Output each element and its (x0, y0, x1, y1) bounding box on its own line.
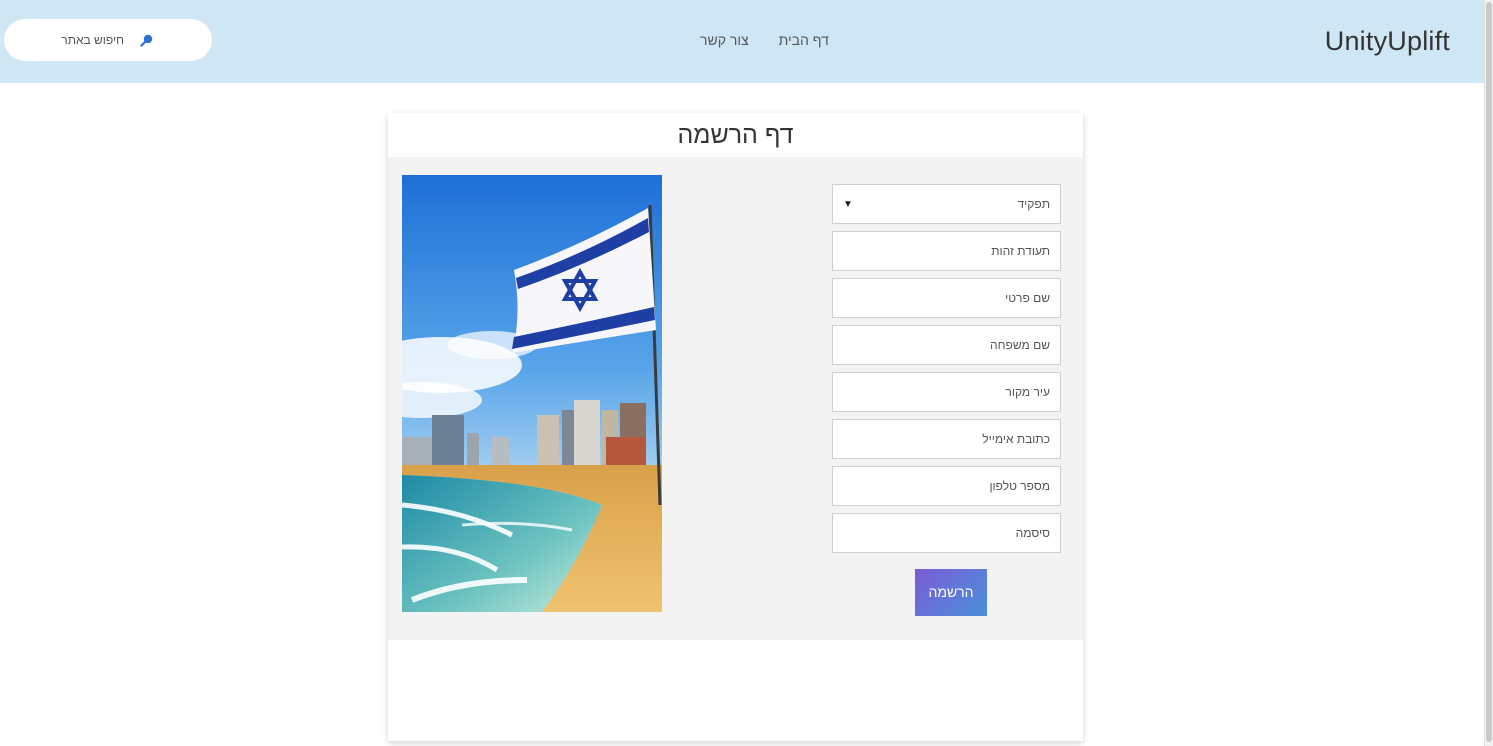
email-input[interactable] (843, 420, 1050, 458)
registration-body: תפקיד ▼ הרשמה (388, 157, 1083, 640)
brand-logo-text[interactable]: UnityUplift (1325, 26, 1450, 57)
registration-card: דף הרשמה תפקיד ▼ תעודת זהות שם פרטי שם מ… (388, 113, 1083, 741)
password-field[interactable] (832, 513, 1061, 553)
id-number-field[interactable] (832, 231, 1061, 271)
id-number-input[interactable] (843, 232, 1050, 270)
phone-input[interactable] (843, 467, 1050, 505)
hometown-input[interactable] (843, 373, 1050, 411)
role-select-value: תפקיד (1017, 197, 1050, 211)
first-name-field[interactable] (832, 278, 1061, 318)
last-name-input[interactable] (843, 326, 1050, 364)
israel-flag-beach-image (402, 175, 662, 612)
phone-field[interactable] (832, 466, 1061, 506)
password-input[interactable] (843, 514, 1050, 552)
page-title: דף הרשמה (677, 121, 794, 149)
first-name-input[interactable] (843, 279, 1050, 317)
search-box[interactable] (4, 19, 212, 61)
role-select[interactable]: תפקיד ▼ (832, 184, 1061, 224)
registration-form: תפקיד ▼ (832, 184, 1061, 560)
email-field[interactable] (832, 419, 1061, 459)
nav-home-link[interactable]: דף הבית (779, 32, 829, 48)
hometown-field[interactable] (832, 372, 1061, 412)
page-scrollbar[interactable] (1484, 0, 1493, 746)
chevron-down-icon[interactable]: ▼ (843, 199, 853, 210)
top-header: דף הבית צור קשר UnityUplift (0, 0, 1484, 83)
main-nav: דף הבית צור קשר (700, 32, 829, 48)
last-name-field[interactable] (832, 325, 1061, 365)
scrollbar-thumb[interactable] (1486, 2, 1492, 742)
register-button[interactable]: הרשמה (915, 569, 987, 616)
nav-contact-link[interactable]: צור קשר (700, 32, 749, 48)
search-icon[interactable] (140, 33, 154, 47)
search-input[interactable] (4, 33, 124, 47)
